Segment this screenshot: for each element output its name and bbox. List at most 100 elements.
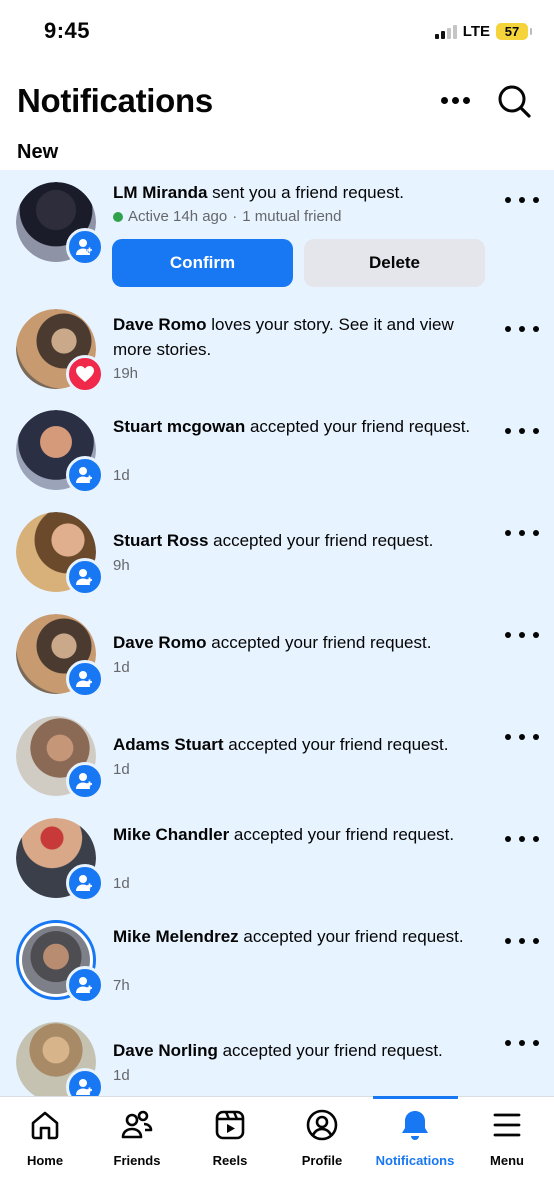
active-tab-indicator: [373, 1096, 458, 1099]
item-more-button[interactable]: [505, 525, 539, 541]
network-label: LTE: [462, 23, 490, 40]
section-label-new: New: [17, 141, 59, 163]
nav-label: Reels: [212, 1153, 248, 1168]
nav-reels[interactable]: Reels: [185, 1107, 275, 1168]
status-indicators: LTE 57: [434, 23, 532, 40]
notification-item[interactable]: Dave Romo loves your story. See it and v…: [0, 302, 554, 404]
menu-icon: [489, 1107, 525, 1143]
profile-icon: [304, 1107, 340, 1143]
confirm-button[interactable]: Confirm: [112, 239, 293, 287]
nav-label: Menu: [490, 1153, 524, 1168]
notification-name: Stuart Ross: [113, 531, 209, 550]
nav-profile[interactable]: Profile: [277, 1107, 367, 1168]
nav-label: Notifications: [375, 1153, 455, 1168]
friend-add-icon: [66, 1068, 104, 1096]
active-status: Active 14h ago · 1 mutual friend: [113, 208, 341, 225]
notification-text: LM Miranda sent you a friend request.: [113, 181, 493, 206]
friend-add-icon: [66, 456, 104, 494]
notification-name: Mike Melendrez: [113, 927, 239, 946]
search-button[interactable]: [495, 82, 533, 120]
notification-time: 1d: [113, 875, 130, 892]
notification-message: accepted your friend request.: [223, 735, 449, 754]
item-more-button[interactable]: [505, 831, 539, 847]
battery-icon: 57: [496, 23, 532, 40]
separator: ·: [232, 208, 238, 225]
nav-label: Friends: [113, 1153, 161, 1168]
notification-text: Dave Norling accepted your friend reques…: [113, 1039, 493, 1064]
avatar-wrap: [16, 818, 104, 902]
friend-add-icon: [66, 558, 104, 596]
notification-time: 1d: [113, 1067, 130, 1084]
friend-add-icon: [66, 660, 104, 698]
notification-text: Adams Stuart accepted your friend reques…: [113, 733, 493, 758]
notification-item[interactable]: Dave Romo accepted your friend request. …: [0, 608, 554, 710]
nav-label: Profile: [301, 1153, 343, 1168]
notification-message: accepted your friend request.: [206, 633, 432, 652]
nav-friends[interactable]: Friends: [92, 1107, 182, 1168]
avatar-wrap: [16, 410, 104, 494]
notification-list: LM Miranda sent you a friend request. Ac…: [0, 170, 554, 1096]
friend-request-item[interactable]: LM Miranda sent you a friend request. Ac…: [0, 170, 554, 302]
notification-item[interactable]: Stuart Ross accepted your friend request…: [0, 506, 554, 608]
notification-text: Mike Chandler accepted your friend reque…: [113, 823, 493, 848]
bottom-nav: Home Friends Reels Profile Notifications…: [0, 1096, 554, 1200]
item-more-button[interactable]: [505, 729, 539, 745]
avatar-wrap: [16, 1022, 104, 1096]
friend-add-icon: [66, 762, 104, 800]
active-time: Active 14h ago: [128, 208, 228, 225]
notification-message: accepted your friend request.: [229, 825, 455, 844]
notification-text: Mike Melendrez accepted your friend requ…: [113, 925, 493, 950]
avatar-wrap: [16, 182, 104, 266]
notification-item[interactable]: Mike Melendrez accepted your friend requ…: [0, 914, 554, 1016]
item-more-button[interactable]: [505, 933, 539, 949]
avatar-wrap: [16, 614, 104, 698]
notification-message: accepted your friend request.: [208, 531, 434, 550]
friend-add-icon: [66, 966, 104, 1004]
friend-request-name: LM Miranda: [113, 183, 208, 202]
friend-request-text: sent you a friend request.: [207, 183, 405, 202]
item-more-button[interactable]: [505, 192, 539, 208]
notification-text: Stuart Ross accepted your friend request…: [113, 529, 493, 554]
item-more-button[interactable]: [505, 423, 539, 439]
friends-icon: [119, 1107, 155, 1143]
nav-label: Home: [26, 1153, 64, 1168]
avatar-wrap: [16, 512, 104, 596]
notification-text: Dave Romo accepted your friend request.: [113, 631, 493, 656]
notification-name: Dave Romo: [113, 315, 207, 334]
nav-notifications[interactable]: Notifications: [370, 1107, 460, 1168]
page-title: Notifications: [17, 82, 213, 119]
avatar-wrap: [16, 716, 104, 800]
nav-menu[interactable]: Menu: [462, 1107, 552, 1168]
active-dot-icon: [113, 211, 123, 222]
notification-item[interactable]: Adams Stuart accepted your friend reques…: [0, 710, 554, 812]
item-more-button[interactable]: [505, 321, 539, 337]
status-bar: 9:45 LTE 57: [0, 0, 554, 64]
notification-message: accepted your friend request.: [238, 927, 464, 946]
reels-icon: [212, 1107, 248, 1143]
notification-item[interactable]: Stuart mcgowan accepted your friend requ…: [0, 404, 554, 506]
notification-message: accepted your friend request.: [245, 417, 471, 436]
home-icon: [27, 1107, 63, 1143]
mutual-friends: 1 mutual friend: [242, 208, 342, 225]
item-more-button[interactable]: [505, 627, 539, 643]
delete-button[interactable]: Delete: [304, 239, 485, 287]
notification-text: Dave Romo loves your story. See it and v…: [113, 313, 493, 362]
status-time: 9:45: [44, 18, 91, 43]
notification-item[interactable]: Dave Norling accepted your friend reques…: [0, 1016, 554, 1096]
heart-icon: [66, 355, 104, 393]
battery-level: 57: [504, 24, 520, 39]
item-more-button[interactable]: [505, 1035, 539, 1051]
notification-name: Stuart mcgowan: [113, 417, 246, 436]
notification-item[interactable]: Mike Chandler accepted your friend reque…: [0, 812, 554, 914]
bell-icon: [397, 1107, 433, 1143]
nav-home[interactable]: Home: [0, 1107, 90, 1168]
more-options-button[interactable]: [436, 90, 474, 110]
friend-add-icon: [66, 864, 104, 902]
signal-icon: [434, 24, 457, 39]
avatar-wrap: [16, 920, 104, 1004]
notification-time: 1d: [113, 761, 130, 778]
notification-time: 7h: [113, 977, 130, 994]
notification-message: accepted your friend request.: [217, 1041, 443, 1060]
notification-name: Dave Romo: [113, 633, 207, 652]
notification-name: Dave Norling: [113, 1041, 218, 1060]
